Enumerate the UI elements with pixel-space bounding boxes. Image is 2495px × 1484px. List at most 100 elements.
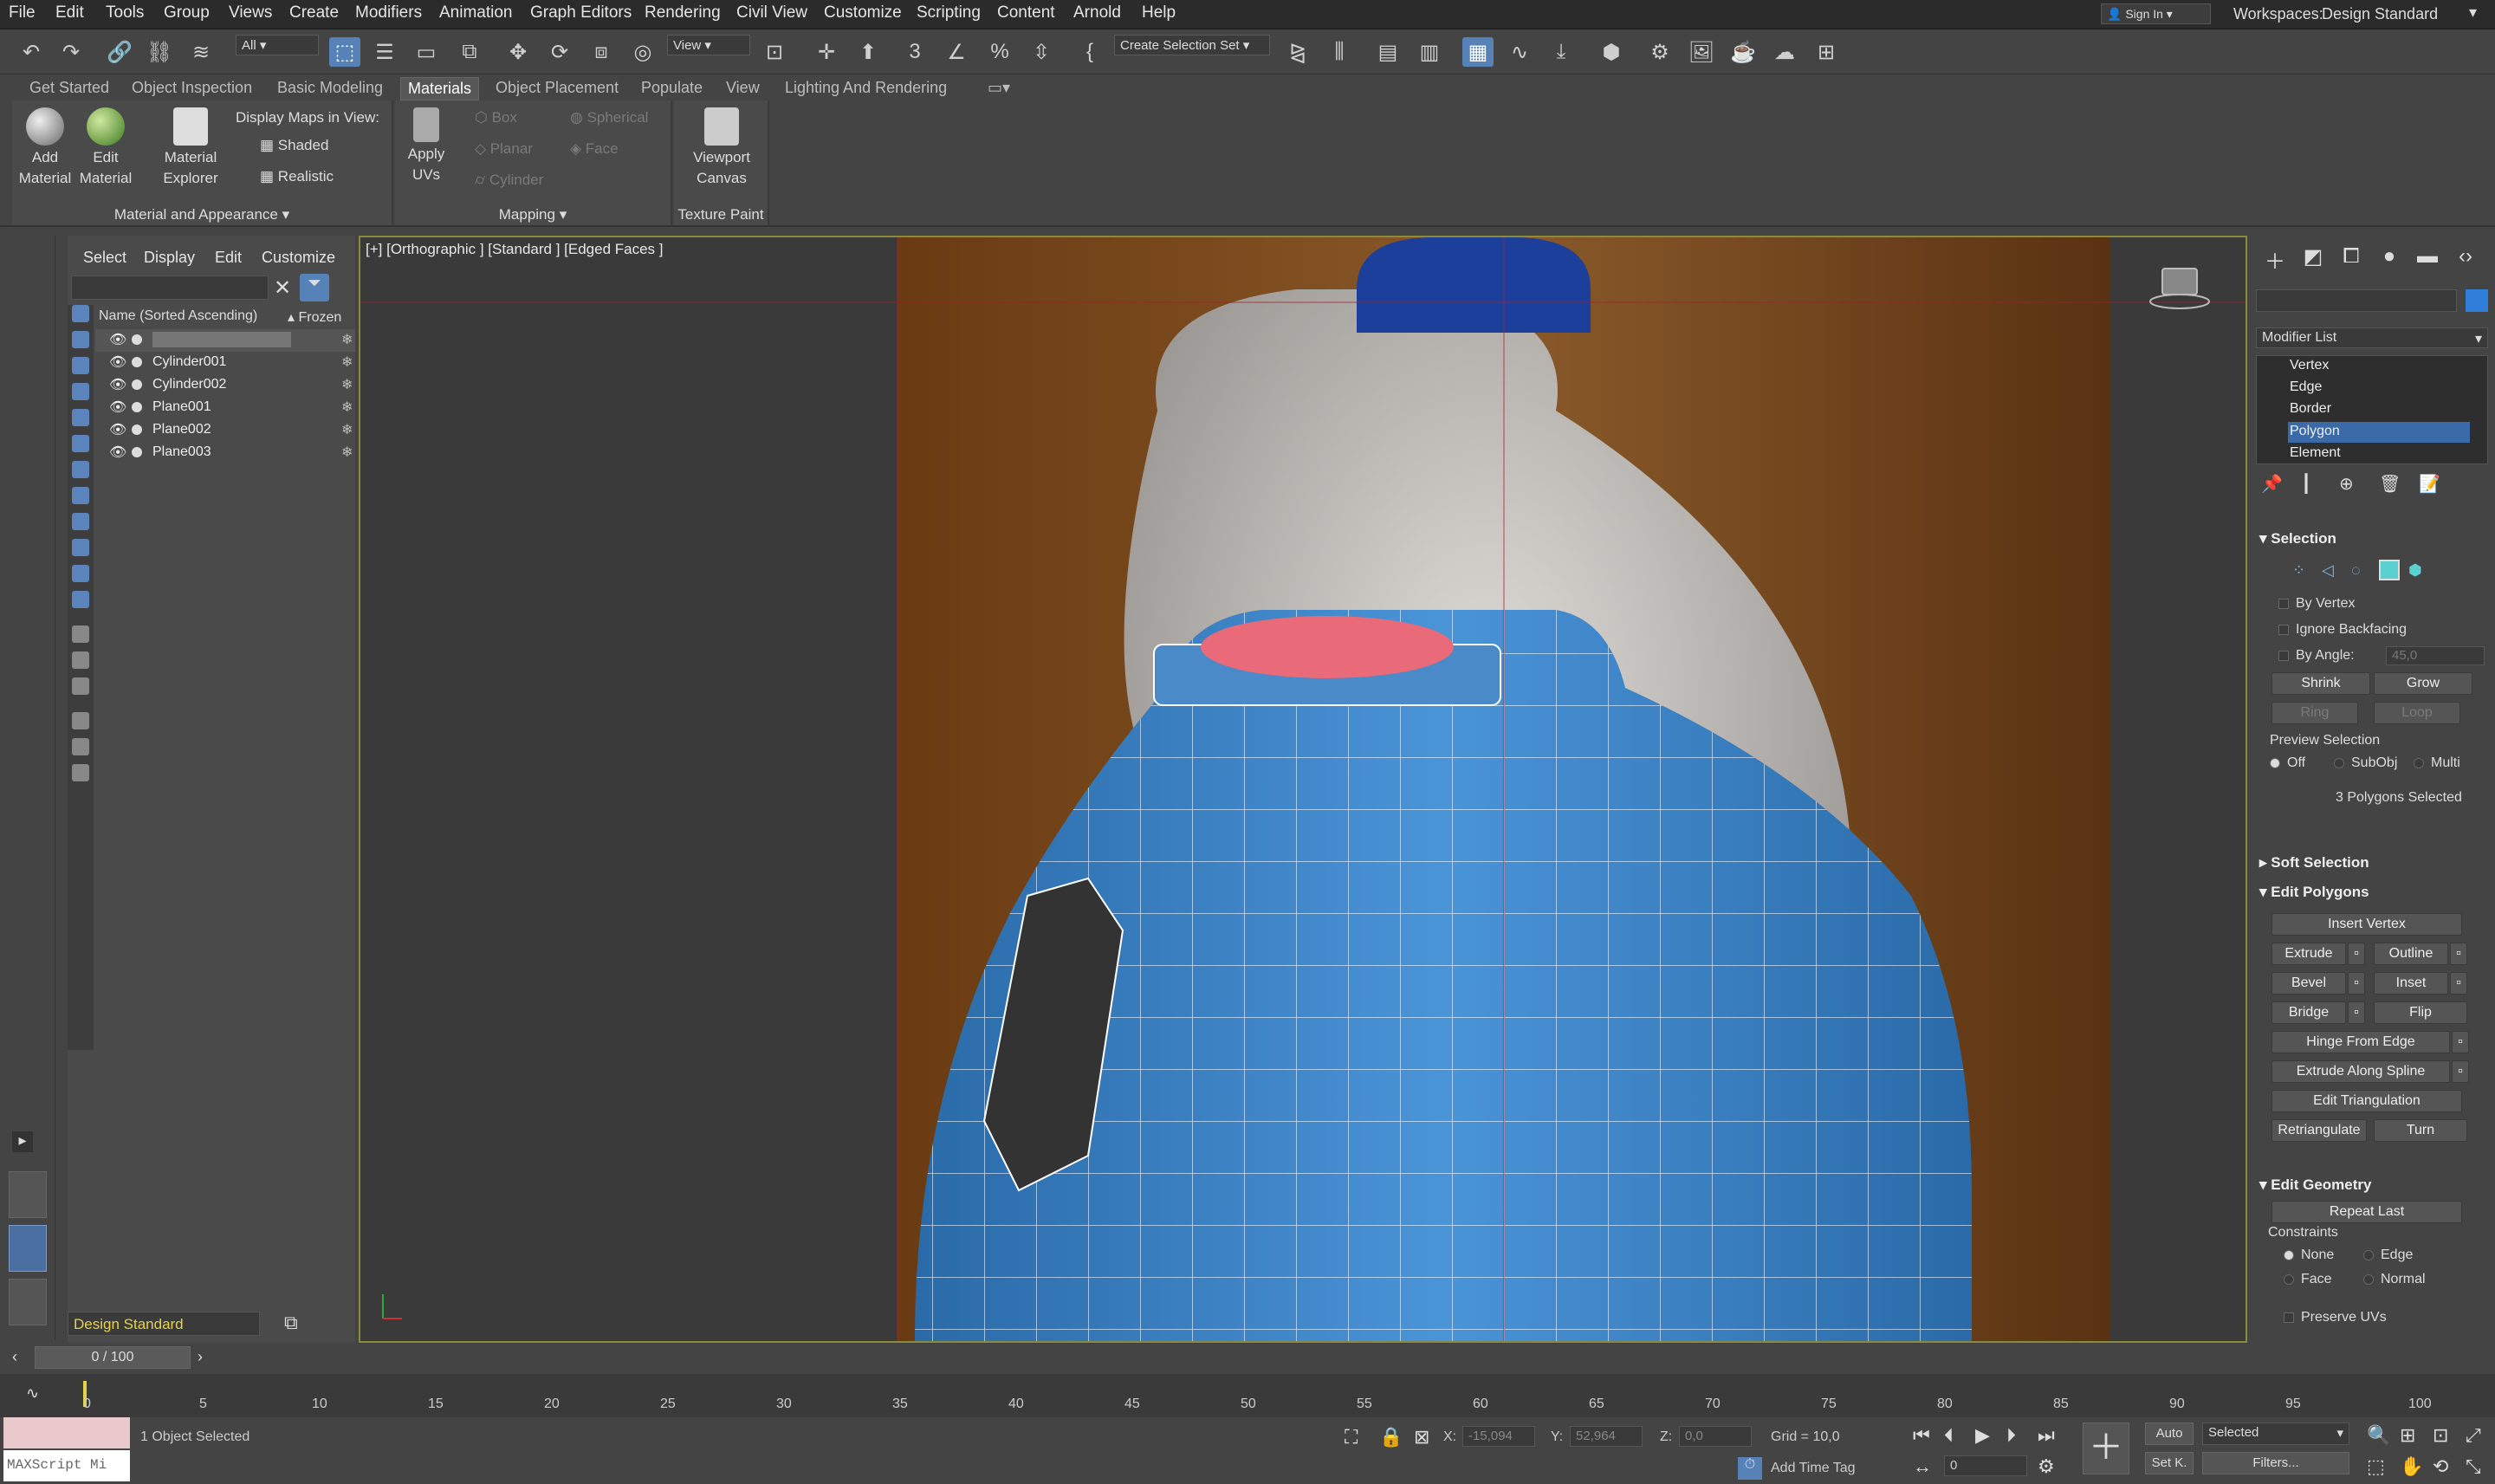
scene-row[interactable]: 👁 Cylinder001 ❄ (95, 352, 355, 374)
geometry-filter-icon[interactable] (72, 305, 89, 322)
repeat-last-button[interactable]: Repeat Last (2271, 1201, 2462, 1223)
scene-menu-edit[interactable]: Edit (215, 249, 242, 267)
scene-row[interactable]: 👁 Plane001 ❄ (95, 397, 355, 419)
time-tag-icon[interactable]: ⏱ (1738, 1457, 1762, 1480)
workspace-dropdown[interactable]: Design Standard (2322, 5, 2438, 23)
unlink-icon[interactable]: ⛓ (144, 37, 175, 67)
curve-editor-icon[interactable]: ∿ (1504, 37, 1535, 67)
render-dot-icon[interactable] (132, 334, 142, 345)
preview-multi-radio[interactable]: Multi (2414, 755, 2460, 771)
selection-set-icon[interactable] (72, 764, 89, 781)
eye-icon[interactable]: 👁 (109, 331, 126, 348)
scale-icon[interactable]: ⧈ (586, 37, 617, 67)
scene-row[interactable]: 👁 Plane003 ❄ (95, 442, 355, 464)
eye-icon[interactable]: 👁 (109, 399, 126, 416)
polygon-mode-icon[interactable] (2379, 560, 2400, 580)
freeze-icon[interactable]: ❄ (341, 421, 353, 438)
object-color-swatch[interactable] (2466, 289, 2488, 312)
rollout-soft-selection[interactable]: ▸ Soft Selection (2259, 854, 2486, 872)
material-explorer-button[interactable]: Material Explorer (156, 107, 225, 189)
ribbon-options-icon[interactable]: ▭▾ (988, 79, 1010, 97)
inset-button[interactable]: Inset (2374, 972, 2448, 995)
by-vertex-checkbox[interactable]: By Vertex (2278, 596, 2355, 612)
menu-views[interactable]: Views (229, 3, 272, 23)
extrude-button[interactable]: Extrude (2271, 943, 2346, 965)
layer-explorer-icon[interactable]: ▥ (1414, 37, 1445, 67)
find-icon[interactable] (72, 712, 89, 729)
viewport-canvas-button[interactable]: Viewport Canvas (683, 107, 761, 189)
eye-icon[interactable]: 👁 (109, 444, 126, 461)
freeze-icon[interactable]: ❄ (341, 353, 353, 371)
box-mapping-button[interactable]: ⬡ Box (475, 109, 517, 126)
flip-button[interactable]: Flip (2374, 1001, 2467, 1024)
a360-gallery-icon[interactable]: ⊞ (1811, 37, 1842, 67)
menu-content[interactable]: Content (997, 3, 1055, 23)
modifier-list-dropdown[interactable]: Modifier List ▾ (2256, 327, 2488, 348)
extrude-spline-settings-icon[interactable]: ▫ (2452, 1060, 2469, 1083)
x-coordinate-field[interactable]: -15,094 (1462, 1426, 1535, 1447)
outline-settings-icon[interactable]: ▫ (2450, 943, 2467, 965)
preview-subobj-radio[interactable]: SubObj (2334, 755, 2397, 771)
hidden-filter-icon[interactable] (72, 591, 89, 608)
mirror-icon[interactable]: ⧎ (1282, 37, 1313, 67)
clear-search-icon[interactable]: ✕ (274, 275, 291, 301)
play-icon[interactable]: ▶ (1975, 1424, 1990, 1447)
constraint-normal-radio[interactable]: Normal (2363, 1272, 2426, 1287)
eye-icon[interactable]: 👁 (109, 421, 126, 438)
render-setup-icon[interactable]: ⚙ (1644, 37, 1675, 67)
display-tab-icon[interactable]: ▬ (2412, 244, 2443, 275)
material-editor-icon[interactable]: ⬢ (1596, 37, 1627, 67)
rollout-edit-geometry[interactable]: ▾ Edit Geometry (2259, 1176, 2486, 1194)
viewport-orthographic[interactable]: [+] [Orthographic ] [Standard ] [Edged F… (359, 236, 2247, 1343)
expand-arrow-icon[interactable]: ▸ (12, 1131, 33, 1152)
menu-graph-editors[interactable]: Graph Editors (530, 3, 632, 23)
ignore-backfacing-checkbox[interactable]: Ignore Backfacing (2278, 622, 2407, 638)
render-cloud-icon[interactable]: ☁ (1769, 37, 1800, 67)
extrude-settings-icon[interactable]: ▫ (2348, 943, 2365, 965)
schematic-view-icon[interactable]: ⤓ (1546, 37, 1577, 67)
eye-icon[interactable]: 👁 (109, 353, 126, 371)
scene-search-input[interactable] (71, 275, 269, 300)
select-by-name-icon[interactable]: ☰ (369, 37, 400, 67)
display-all-icon[interactable] (72, 625, 89, 643)
menu-edit[interactable]: Edit (55, 3, 84, 23)
y-coordinate-field[interactable]: 52,964 (1570, 1426, 1643, 1447)
bridge-button[interactable]: Bridge (2271, 1001, 2346, 1024)
hinge-settings-icon[interactable]: ▫ (2452, 1031, 2469, 1053)
render-dot-icon[interactable] (132, 379, 142, 390)
pan-icon[interactable]: ✋ (2400, 1455, 2423, 1478)
tab-lighting-and-rendering[interactable]: Lighting And Rendering (785, 79, 947, 97)
angle-spinner[interactable]: 45,0 (2386, 646, 2485, 665)
edit-triangulation-button[interactable]: Edit Triangulation (2271, 1090, 2462, 1112)
lights-filter-icon[interactable] (72, 357, 89, 374)
menu-animation[interactable]: Animation (439, 3, 513, 23)
shapes-filter-icon[interactable] (72, 331, 89, 348)
lock-selection-icon[interactable]: 🔒 (1379, 1426, 1403, 1448)
time-slider-thumb[interactable]: 0 / 100 (35, 1346, 191, 1369)
subobject-vertex[interactable]: Vertex (2290, 358, 2329, 373)
undo-icon[interactable]: ↶ (16, 37, 47, 67)
constraint-face-radio[interactable]: Face (2284, 1272, 2332, 1287)
freeze-icon[interactable]: ❄ (341, 376, 353, 393)
column-name-header[interactable]: Name (Sorted Ascending) (99, 308, 257, 324)
curve-editor-mini-icon[interactable]: ∿ (26, 1384, 39, 1403)
tab-object-placement[interactable]: Object Placement (496, 79, 619, 97)
cameras-filter-icon[interactable] (72, 383, 89, 400)
filter-icon[interactable]: ⏷ (300, 274, 329, 301)
bevel-button[interactable]: Bevel (2271, 972, 2346, 995)
ribbon-toggle-icon[interactable]: ▦ (1462, 37, 1494, 67)
maximize-viewport-icon[interactable]: ⤡ (2466, 1455, 2481, 1478)
render-dot-icon[interactable] (132, 357, 142, 367)
link-icon[interactable]: 🔗 (104, 37, 135, 67)
bind-space-warp-icon[interactable]: ≋ (185, 37, 217, 67)
frozen-filter-icon[interactable] (72, 565, 89, 582)
menu-help[interactable]: Help (1142, 3, 1176, 23)
cylinder-mapping-button[interactable]: ⌭ Cylinder (475, 172, 543, 189)
menu-tools[interactable]: Tools (106, 3, 144, 23)
groups-filter-icon[interactable] (72, 461, 89, 478)
constraint-edge-radio[interactable]: Edge (2363, 1247, 2413, 1263)
filter-funnel-icon[interactable] (72, 738, 89, 755)
freeze-icon[interactable]: ❄ (341, 399, 353, 416)
vertex-mode-icon[interactable]: ⁘ (2292, 561, 2305, 580)
insert-vertex-button[interactable]: Insert Vertex (2271, 913, 2462, 936)
